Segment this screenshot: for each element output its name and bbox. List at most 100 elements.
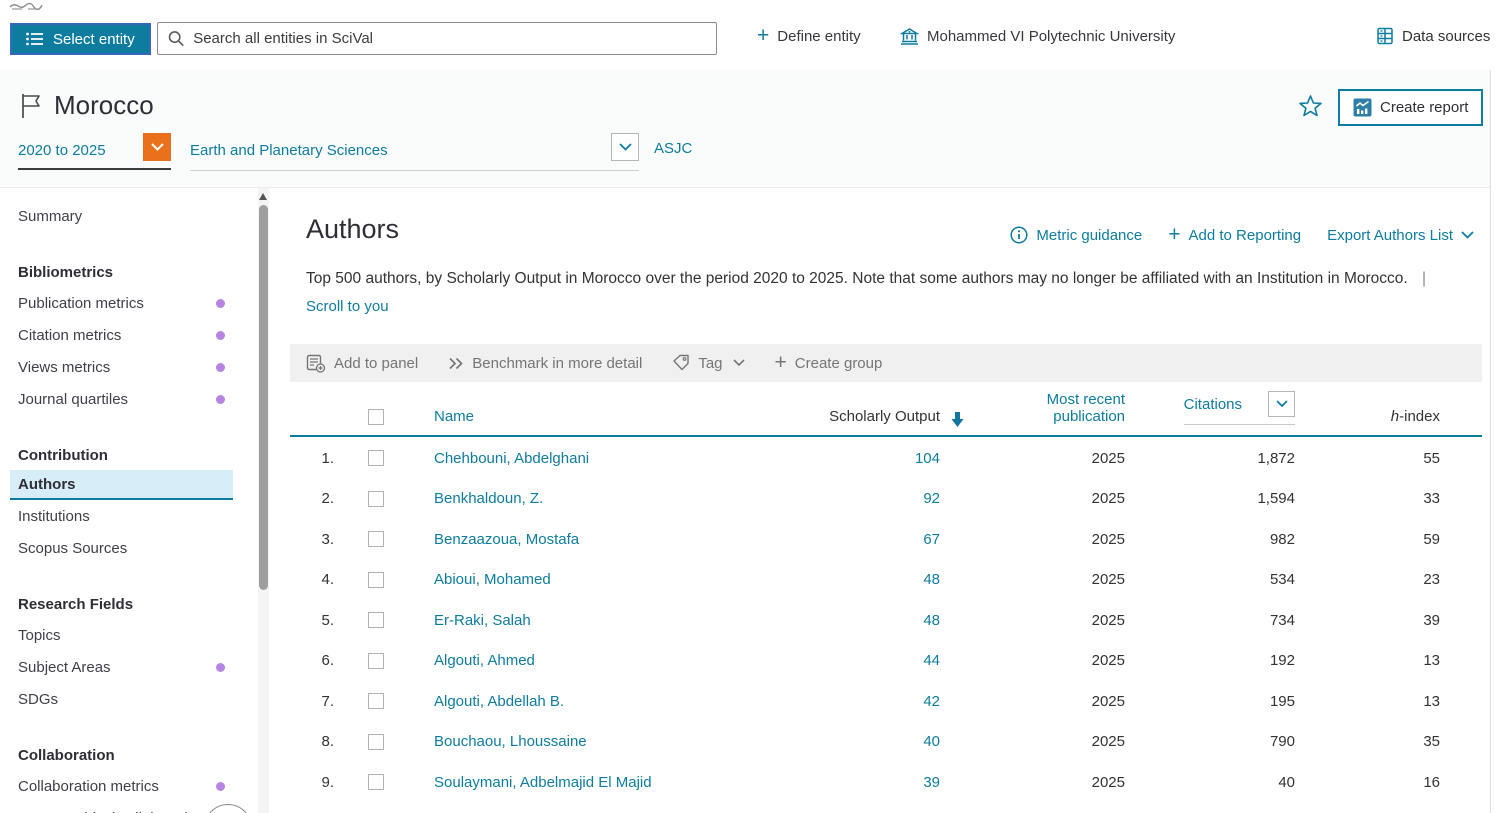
scroll-up-arrow-icon[interactable] xyxy=(259,193,267,200)
subject-dropdown-button[interactable] xyxy=(611,133,639,161)
author-name-link[interactable]: Benzaazoua, Mostafa xyxy=(418,531,790,548)
citations-metric-select[interactable] xyxy=(1268,391,1295,417)
most-recent-column-header[interactable]: Most recent publication xyxy=(940,391,1125,436)
author-name-link[interactable]: Er-Raki, Salah xyxy=(418,612,790,629)
row-checkbox[interactable] xyxy=(368,653,384,669)
row-rank: 5. xyxy=(290,612,334,629)
author-name-link[interactable]: Abioui, Mohamed xyxy=(418,571,790,588)
hindex-column-header[interactable]: h-index xyxy=(1295,408,1440,435)
filters-row: 2020 to 2025 Earth and Planetary Science… xyxy=(18,133,692,171)
metric-available-dot xyxy=(216,363,225,372)
data-sources-link[interactable]: Data sources xyxy=(1376,27,1490,45)
scholarly-output-value[interactable]: 44 xyxy=(790,652,940,669)
citations-column-header[interactable]: Citations xyxy=(1184,391,1295,435)
scholarly-output-column-header[interactable]: Scholarly Output xyxy=(790,408,940,435)
author-name-link[interactable]: Algouti, Ahmed xyxy=(418,652,790,669)
institution-menu[interactable]: Mohammed VI Polytechnic University xyxy=(900,27,1175,46)
author-name-link[interactable]: Benkhaldoun, Z. xyxy=(418,490,790,507)
entity-title: Morocco xyxy=(20,90,154,121)
row-checkbox[interactable] xyxy=(368,491,384,507)
entity-search xyxy=(157,22,717,55)
author-name-link[interactable]: Chehbouni, Abdelghani xyxy=(418,450,790,467)
page-title: Morocco xyxy=(54,90,154,121)
row-checkbox[interactable] xyxy=(368,693,384,709)
sidebar-item-authors[interactable]: Authors xyxy=(10,470,233,500)
sidebar-item-summary[interactable]: Summary xyxy=(10,200,233,232)
table-row: 8.Bouchaou, Lhoussaine40202579035 xyxy=(290,722,1482,763)
row-checkbox[interactable] xyxy=(368,734,384,750)
create-report-button[interactable]: Create report xyxy=(1338,89,1483,126)
sidebar-nav: SummaryBibliometricsPublication metricsC… xyxy=(0,188,270,813)
hindex-h: h xyxy=(1391,408,1399,425)
sidebar-item-collaboration-metrics[interactable]: Collaboration metrics xyxy=(10,770,233,802)
scholarly-output-value[interactable]: 48 xyxy=(790,612,940,629)
row-checkbox[interactable] xyxy=(368,774,384,790)
hindex-value: 13 xyxy=(1295,693,1440,710)
row-checkbox-cell xyxy=(334,491,418,507)
export-authors-list-dropdown[interactable]: Export Authors List xyxy=(1327,227,1474,244)
year-range-dropdown-button[interactable] xyxy=(143,133,171,161)
tag-label: Tag xyxy=(698,355,722,372)
sidebar-item-geographical-collaboration[interactable]: Geographical collaboration xyxy=(10,802,233,813)
export-authors-label: Export Authors List xyxy=(1327,227,1453,244)
name-column-header[interactable]: Name xyxy=(418,408,790,435)
scholarly-output-value[interactable]: 40 xyxy=(790,733,940,750)
rank-header xyxy=(290,425,334,435)
benchmark-button[interactable]: Benchmark in more detail xyxy=(448,355,642,372)
row-checkbox[interactable] xyxy=(368,531,384,547)
most-recent-publication-value: 2025 xyxy=(940,652,1125,669)
hindex-value: 59 xyxy=(1295,531,1440,548)
scholarly-output-value[interactable]: 39 xyxy=(790,774,940,791)
create-group-button[interactable]: + Create group xyxy=(775,354,883,372)
sidebar-item-topics[interactable]: Topics xyxy=(10,619,233,651)
sidebar-scrollbar[interactable] xyxy=(258,188,269,813)
scholarly-output-value[interactable]: 48 xyxy=(790,571,940,588)
search-input[interactable] xyxy=(193,30,706,47)
sidebar-section-research-fields: Research Fields xyxy=(10,590,233,619)
subject-filter-value[interactable]: Earth and Planetary Sciences xyxy=(190,135,611,159)
citations-label: Citations xyxy=(1184,396,1242,413)
add-to-panel-button[interactable]: Add to panel xyxy=(306,354,418,373)
year-range-underline xyxy=(18,168,171,170)
row-checkbox-cell xyxy=(334,450,418,466)
sidebar-item-journal-quartiles[interactable]: Journal quartiles xyxy=(10,383,233,415)
row-checkbox[interactable] xyxy=(368,450,384,466)
tag-dropdown-button[interactable]: Tag xyxy=(672,354,744,372)
sidebar-item-citation-metrics[interactable]: Citation metrics xyxy=(10,319,233,351)
row-checkbox-cell xyxy=(334,734,418,750)
section-actions: Metric guidance + Add to Reporting Expor… xyxy=(1010,226,1474,244)
row-rank: 9. xyxy=(290,774,334,791)
description-text: Top 500 authors, by Scholarly Output in … xyxy=(306,270,1408,287)
year-range-value[interactable]: 2020 to 2025 xyxy=(18,135,143,159)
sidebar-item-subject-areas[interactable]: Subject Areas xyxy=(10,651,233,683)
scholarly-output-value[interactable]: 67 xyxy=(790,531,940,548)
row-checkbox[interactable] xyxy=(368,572,384,588)
row-checkbox-cell xyxy=(334,774,418,790)
metric-guidance-link[interactable]: Metric guidance xyxy=(1010,226,1142,244)
row-rank: 6. xyxy=(290,652,334,669)
sidebar-item-views-metrics[interactable]: Views metrics xyxy=(10,351,233,383)
sidebar-item-scopus-sources[interactable]: Scopus Sources xyxy=(10,532,233,564)
scholarly-output-value[interactable]: 104 xyxy=(790,450,940,467)
author-name-link[interactable]: Bouchaou, Lhoussaine xyxy=(418,733,790,750)
define-entity-button[interactable]: + Define entity xyxy=(757,27,861,45)
scroll-to-you-link[interactable]: Scroll to you xyxy=(306,298,389,315)
description-divider: | xyxy=(1422,270,1426,287)
scholarly-output-value[interactable]: 92 xyxy=(790,490,940,507)
select-all-checkbox[interactable] xyxy=(368,409,384,425)
sidebar-item-publication-metrics[interactable]: Publication metrics xyxy=(10,287,233,319)
hindex-value: 33 xyxy=(1295,490,1440,507)
favorite-star-icon[interactable] xyxy=(1298,94,1323,123)
chevron-down-icon xyxy=(1276,400,1288,408)
author-name-link[interactable]: Algouti, Abdellah B. xyxy=(418,693,790,710)
scrollbar-thumb[interactable] xyxy=(259,205,268,590)
sidebar-item-institutions[interactable]: Institutions xyxy=(10,500,233,532)
sidebar-item-sdgs[interactable]: SDGs xyxy=(10,683,233,715)
scholarly-output-value[interactable]: 42 xyxy=(790,693,940,710)
row-checkbox[interactable] xyxy=(368,612,384,628)
author-name-link[interactable]: Soulaymani, Adbelmajid El Majid xyxy=(418,774,790,791)
add-to-reporting-link[interactable]: + Add to Reporting xyxy=(1168,226,1301,244)
page-scrollbar-track[interactable] xyxy=(1490,70,1500,813)
search-icon xyxy=(168,30,184,47)
select-entity-button[interactable]: Select entity xyxy=(10,23,151,55)
